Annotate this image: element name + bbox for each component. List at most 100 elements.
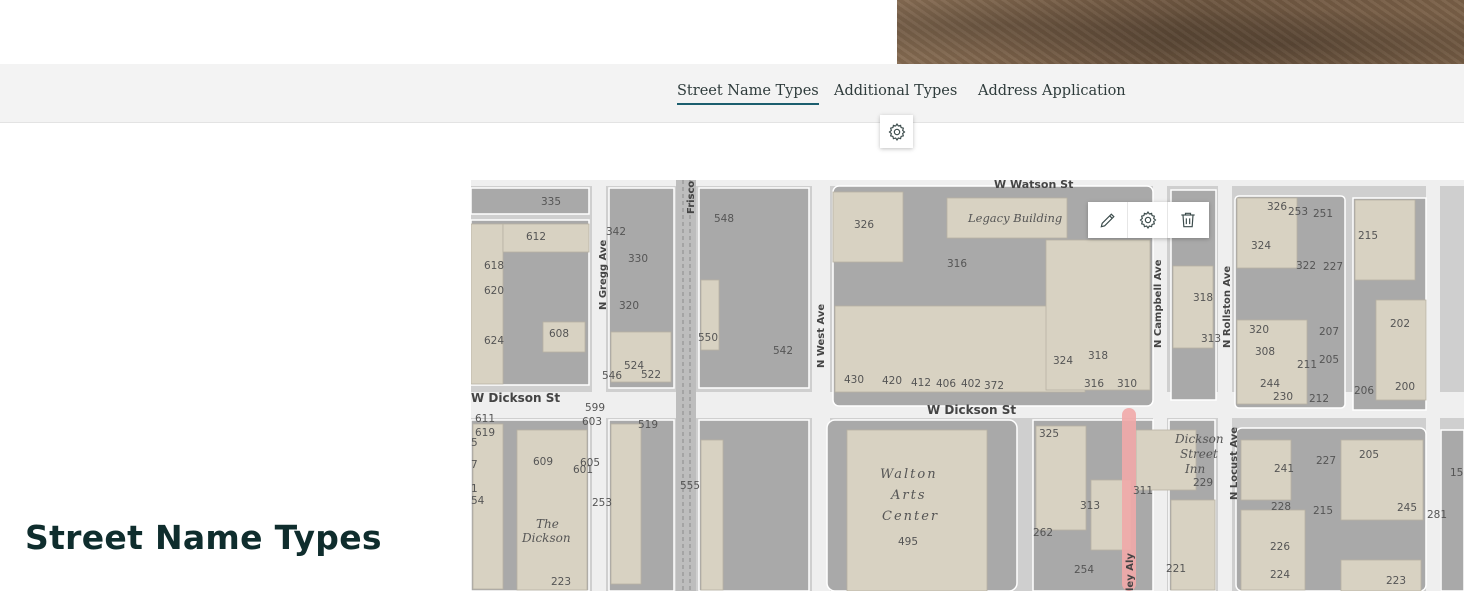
address-label: 281 xyxy=(1427,509,1447,521)
address-label: 205 xyxy=(1359,449,1379,461)
address-label: 430 xyxy=(844,374,864,386)
address-label: 224 xyxy=(1270,569,1290,581)
address-label: 241 xyxy=(1274,463,1294,475)
map-view[interactable]: W Watson St W Dickson St W Dickson St N … xyxy=(471,180,1464,591)
street-label: N Gregg Ave xyxy=(598,240,609,310)
address-label: 316 xyxy=(947,258,967,270)
address-label: 548 xyxy=(714,213,734,225)
street-label: Frisco xyxy=(686,181,697,214)
address-label: 212 xyxy=(1309,393,1329,405)
tab-street-name-types[interactable]: Street Name Types xyxy=(677,83,819,105)
address-label: 406 xyxy=(936,378,956,390)
address-label: 1 xyxy=(471,483,478,495)
address-label: 330 xyxy=(628,253,648,265)
street-label: N Campbell Ave xyxy=(1153,259,1164,348)
address-label: 5 xyxy=(471,437,478,449)
edit-button[interactable] xyxy=(1088,202,1127,238)
place-label: Arts xyxy=(890,488,927,503)
address-label: 322 xyxy=(1296,260,1316,272)
street-label: N Locust Ave xyxy=(1229,427,1240,500)
address-label: 522 xyxy=(641,369,661,381)
address-label: 229 xyxy=(1193,477,1213,489)
address-label: 207 xyxy=(1319,326,1339,338)
address-label: 620 xyxy=(484,285,504,297)
address-label: 221 xyxy=(1166,563,1186,575)
address-label: 320 xyxy=(1249,324,1269,336)
pencil-icon xyxy=(1100,213,1115,228)
gear-icon xyxy=(888,122,905,141)
place-label: Center xyxy=(882,509,939,524)
tab-additional-types[interactable]: Additional Types xyxy=(834,83,957,103)
address-label: 318 xyxy=(1088,350,1108,362)
address-label: 262 xyxy=(1033,527,1053,539)
address-label: 254 xyxy=(1074,564,1094,576)
tab-address-application[interactable]: Address Application xyxy=(978,83,1126,103)
tab-bar: Street Name Types Additional Types Addre… xyxy=(0,64,1464,123)
address-label: 7 xyxy=(471,459,478,471)
address-label: 230 xyxy=(1273,391,1293,403)
address-label: 15 xyxy=(1450,467,1463,479)
address-label: 324 xyxy=(1053,355,1073,367)
address-label: 228 xyxy=(1271,501,1291,513)
address-label: 546 xyxy=(602,370,622,382)
place-label: Street xyxy=(1180,447,1218,461)
gear-icon xyxy=(1139,211,1156,229)
address-label: 324 xyxy=(1251,240,1271,252)
address-label: 372 xyxy=(984,380,1004,392)
address-label: 313 xyxy=(1080,500,1100,512)
address-label: 335 xyxy=(541,196,561,208)
trash-icon xyxy=(1180,212,1195,228)
place-label: Dickson xyxy=(521,531,571,545)
address-label: 412 xyxy=(911,377,931,389)
address-label: 244 xyxy=(1260,378,1280,390)
address-label: 542 xyxy=(773,345,793,357)
address-label: 618 xyxy=(484,260,504,272)
address-label: 253 xyxy=(592,497,612,509)
address-label: 205 xyxy=(1319,354,1339,366)
address-label: 599 xyxy=(585,402,605,414)
address-label: 308 xyxy=(1255,346,1275,358)
street-label: W Dickson St xyxy=(927,403,1016,417)
street-label: W Dickson St xyxy=(471,391,560,405)
address-label: 326 xyxy=(854,219,874,231)
address-label: 223 xyxy=(1386,575,1406,587)
address-label: 342 xyxy=(606,226,626,238)
address-label: 612 xyxy=(526,231,546,243)
address-label: 311 xyxy=(1133,485,1153,497)
place-label: Dickson xyxy=(1174,432,1224,446)
address-label: 325 xyxy=(1039,428,1059,440)
address-label: 495 xyxy=(898,536,918,548)
street-label: W Watson St xyxy=(994,180,1073,191)
map-basemap[interactable]: W Watson St W Dickson St W Dickson St N … xyxy=(471,180,1464,591)
address-label: 402 xyxy=(961,378,981,390)
address-label: 603 xyxy=(582,416,602,428)
address-label: 611 xyxy=(475,413,495,425)
section-settings-button[interactable] xyxy=(880,115,913,148)
address-label: 624 xyxy=(484,335,504,347)
address-label: 313 xyxy=(1201,333,1221,345)
address-label: 316 xyxy=(1084,378,1104,390)
delete-button[interactable] xyxy=(1167,202,1207,238)
address-label: 223 xyxy=(551,576,571,588)
place-label: Walton xyxy=(880,467,938,482)
page-title: Street Name Types xyxy=(25,518,382,557)
address-label: 550 xyxy=(698,332,718,344)
place-label: Inn xyxy=(1184,462,1205,476)
address-label: 318 xyxy=(1193,292,1213,304)
address-label: 253 xyxy=(1288,206,1308,218)
place-label: Legacy Building xyxy=(967,211,1062,225)
address-label: 211 xyxy=(1297,359,1317,371)
street-label: ley Aly xyxy=(1125,553,1136,591)
address-label: 608 xyxy=(549,328,569,340)
address-label: 206 xyxy=(1354,385,1374,397)
address-label: 54 xyxy=(471,495,485,507)
street-label: N West Ave xyxy=(816,304,827,368)
settings-button[interactable] xyxy=(1127,202,1167,238)
address-label: 519 xyxy=(638,419,658,431)
address-label: 215 xyxy=(1313,505,1333,517)
feature-toolbar xyxy=(1088,202,1209,238)
address-label: 326 xyxy=(1267,201,1287,213)
address-label: 200 xyxy=(1395,381,1415,393)
address-label: 227 xyxy=(1316,455,1336,467)
address-label: 251 xyxy=(1313,208,1333,220)
